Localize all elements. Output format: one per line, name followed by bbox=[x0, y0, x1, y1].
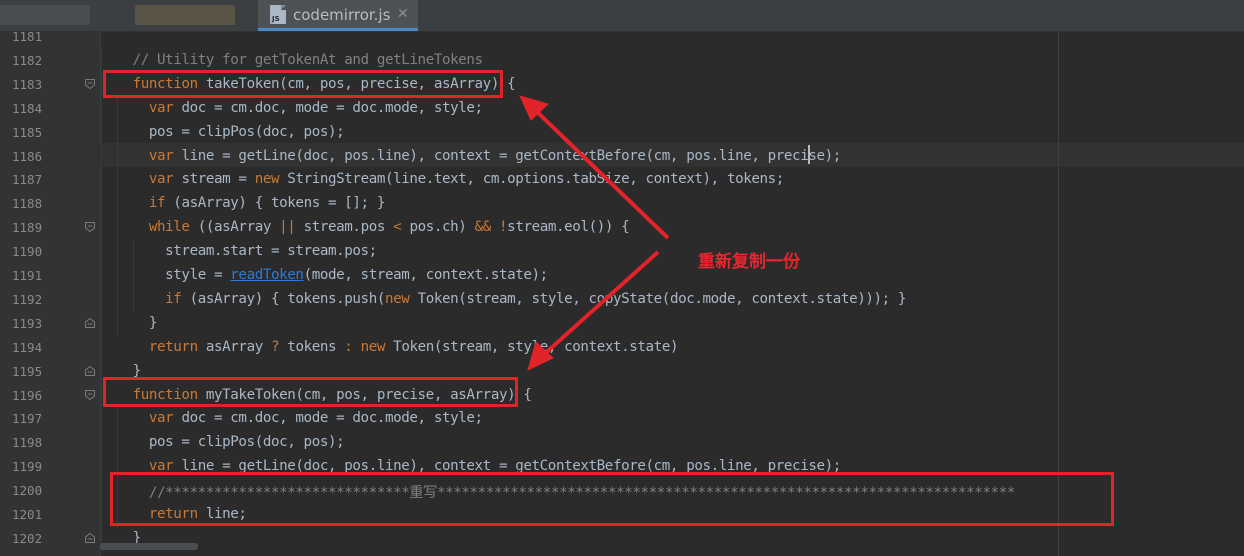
arrow-head-copy bbox=[527, 341, 554, 371]
arrow-to-original bbox=[531, 106, 670, 240]
annotation-arrows bbox=[519, 95, 670, 371]
annotation-text: 重新复制一份 bbox=[698, 252, 800, 272]
arrow-to-copy bbox=[538, 250, 660, 360]
horizontal-scrollbar[interactable] bbox=[100, 543, 198, 550]
